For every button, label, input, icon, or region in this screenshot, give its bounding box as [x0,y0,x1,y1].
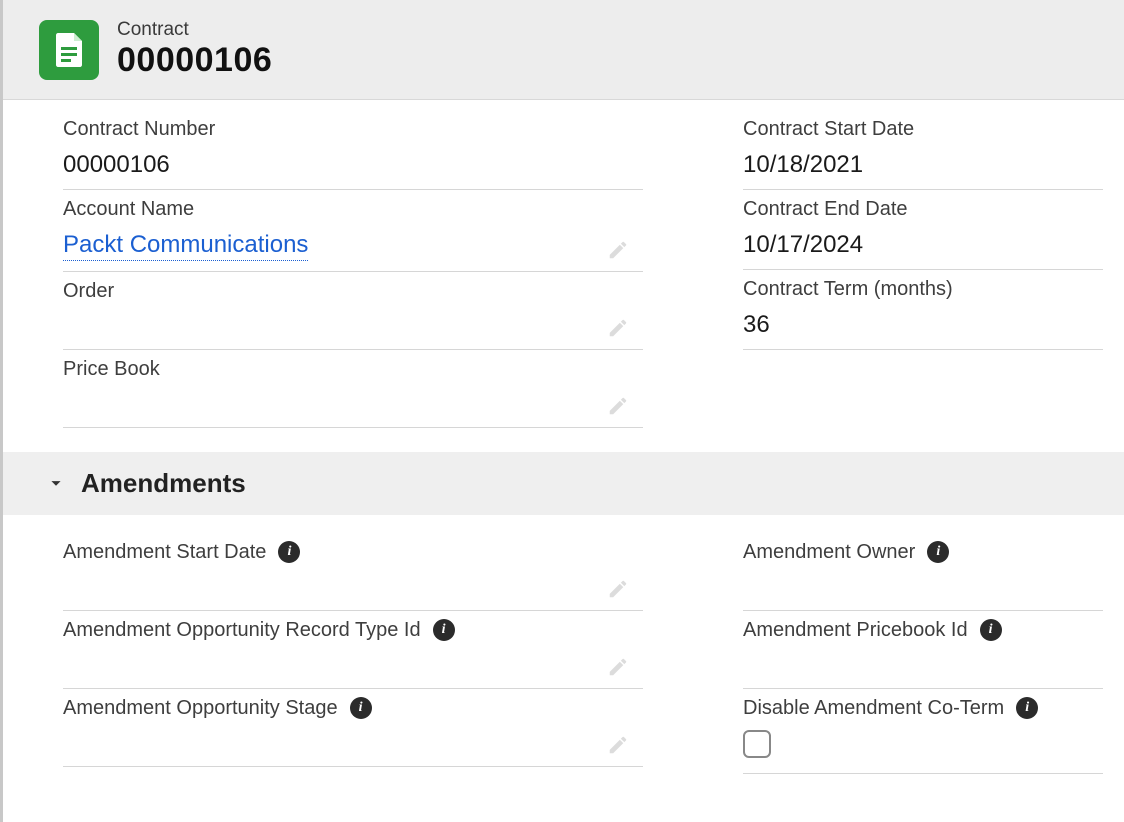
info-icon[interactable]: i [433,619,455,641]
field-label: Account Name [63,198,643,221]
field-value: 10/18/2021 [743,151,1103,179]
details-columns: Contract Number 00000106 Account Name Pa… [3,110,1124,428]
disable-amendment-co-term-checkbox[interactable] [743,730,771,758]
object-label: Contract [117,19,272,41]
header-text: Contract 00000106 [117,19,272,80]
field-label: Price Book [63,358,643,381]
info-icon[interactable]: i [980,619,1002,641]
pencil-icon[interactable] [607,239,629,261]
section-amendments-header[interactable]: Amendments [3,452,1124,515]
field-amendment-start-date: Amendment Start Date i [63,533,643,611]
details-right-col: Contract Start Date 10/18/2021 Contract … [743,110,1103,428]
info-icon[interactable]: i [350,697,372,719]
field-contract-end-date: Contract End Date 10/17/2024 [743,190,1103,270]
field-label: Amendment Owner i [743,541,1103,564]
info-icon[interactable]: i [927,541,949,563]
field-amendment-opportunity-record-type-id: Amendment Opportunity Record Type Id i [63,611,643,689]
field-contract-number: Contract Number 00000106 [63,110,643,190]
field-label: Amendment Opportunity Record Type Id i [63,619,643,642]
field-price-book: Price Book [63,350,643,428]
field-amendment-opportunity-stage: Amendment Opportunity Stage i [63,689,643,767]
field-disable-amendment-co-term: Disable Amendment Co-Term i [743,689,1103,774]
pencil-icon[interactable] [607,317,629,339]
field-label-text: Amendment Start Date [63,541,266,564]
amendments-left-col: Amendment Start Date i Amendment Opportu… [63,533,643,774]
contract-document-icon [39,20,99,80]
account-name-link[interactable]: Packt Communications [63,231,308,261]
section-title: Amendments [81,468,246,499]
field-value: 36 [743,311,1103,339]
object-title: 00000106 [117,41,272,80]
pencil-icon[interactable] [607,656,629,678]
info-icon[interactable]: i [1016,697,1038,719]
field-contract-term: Contract Term (months) 36 [743,270,1103,350]
field-label-text: Amendment Opportunity Stage [63,697,338,720]
field-label-text: Amendment Opportunity Record Type Id [63,619,421,642]
field-label: Amendment Pricebook Id i [743,619,1103,642]
field-amendment-pricebook-id: Amendment Pricebook Id i [743,611,1103,689]
pencil-icon[interactable] [607,578,629,600]
info-icon[interactable]: i [278,541,300,563]
field-contract-start-date: Contract Start Date 10/18/2021 [743,110,1103,190]
field-label: Contract Start Date [743,118,1103,141]
field-value: 10/17/2024 [743,231,1103,259]
pencil-icon[interactable] [607,395,629,417]
field-account-name: Account Name Packt Communications [63,190,643,272]
field-label: Disable Amendment Co-Term i [743,697,1103,720]
field-label: Contract End Date [743,198,1103,221]
amendments-right-col: Amendment Owner i Amendment Pricebook Id… [743,533,1103,774]
amendments-columns: Amendment Start Date i Amendment Opportu… [3,533,1124,774]
field-label-text: Amendment Pricebook Id [743,619,968,642]
field-value: 00000106 [63,151,643,179]
field-label: Order [63,280,643,303]
pencil-icon[interactable] [607,734,629,756]
field-label-text: Disable Amendment Co-Term [743,697,1004,720]
field-label-text: Amendment Owner [743,541,915,564]
page-header: Contract 00000106 [3,0,1124,100]
field-label: Contract Term (months) [743,278,1103,301]
chevron-down-icon [45,472,67,494]
field-amendment-owner: Amendment Owner i [743,533,1103,611]
field-order: Order [63,272,643,350]
field-label: Amendment Opportunity Stage i [63,697,643,720]
field-label: Amendment Start Date i [63,541,643,564]
details-left-col: Contract Number 00000106 Account Name Pa… [63,110,643,428]
field-label: Contract Number [63,118,643,141]
